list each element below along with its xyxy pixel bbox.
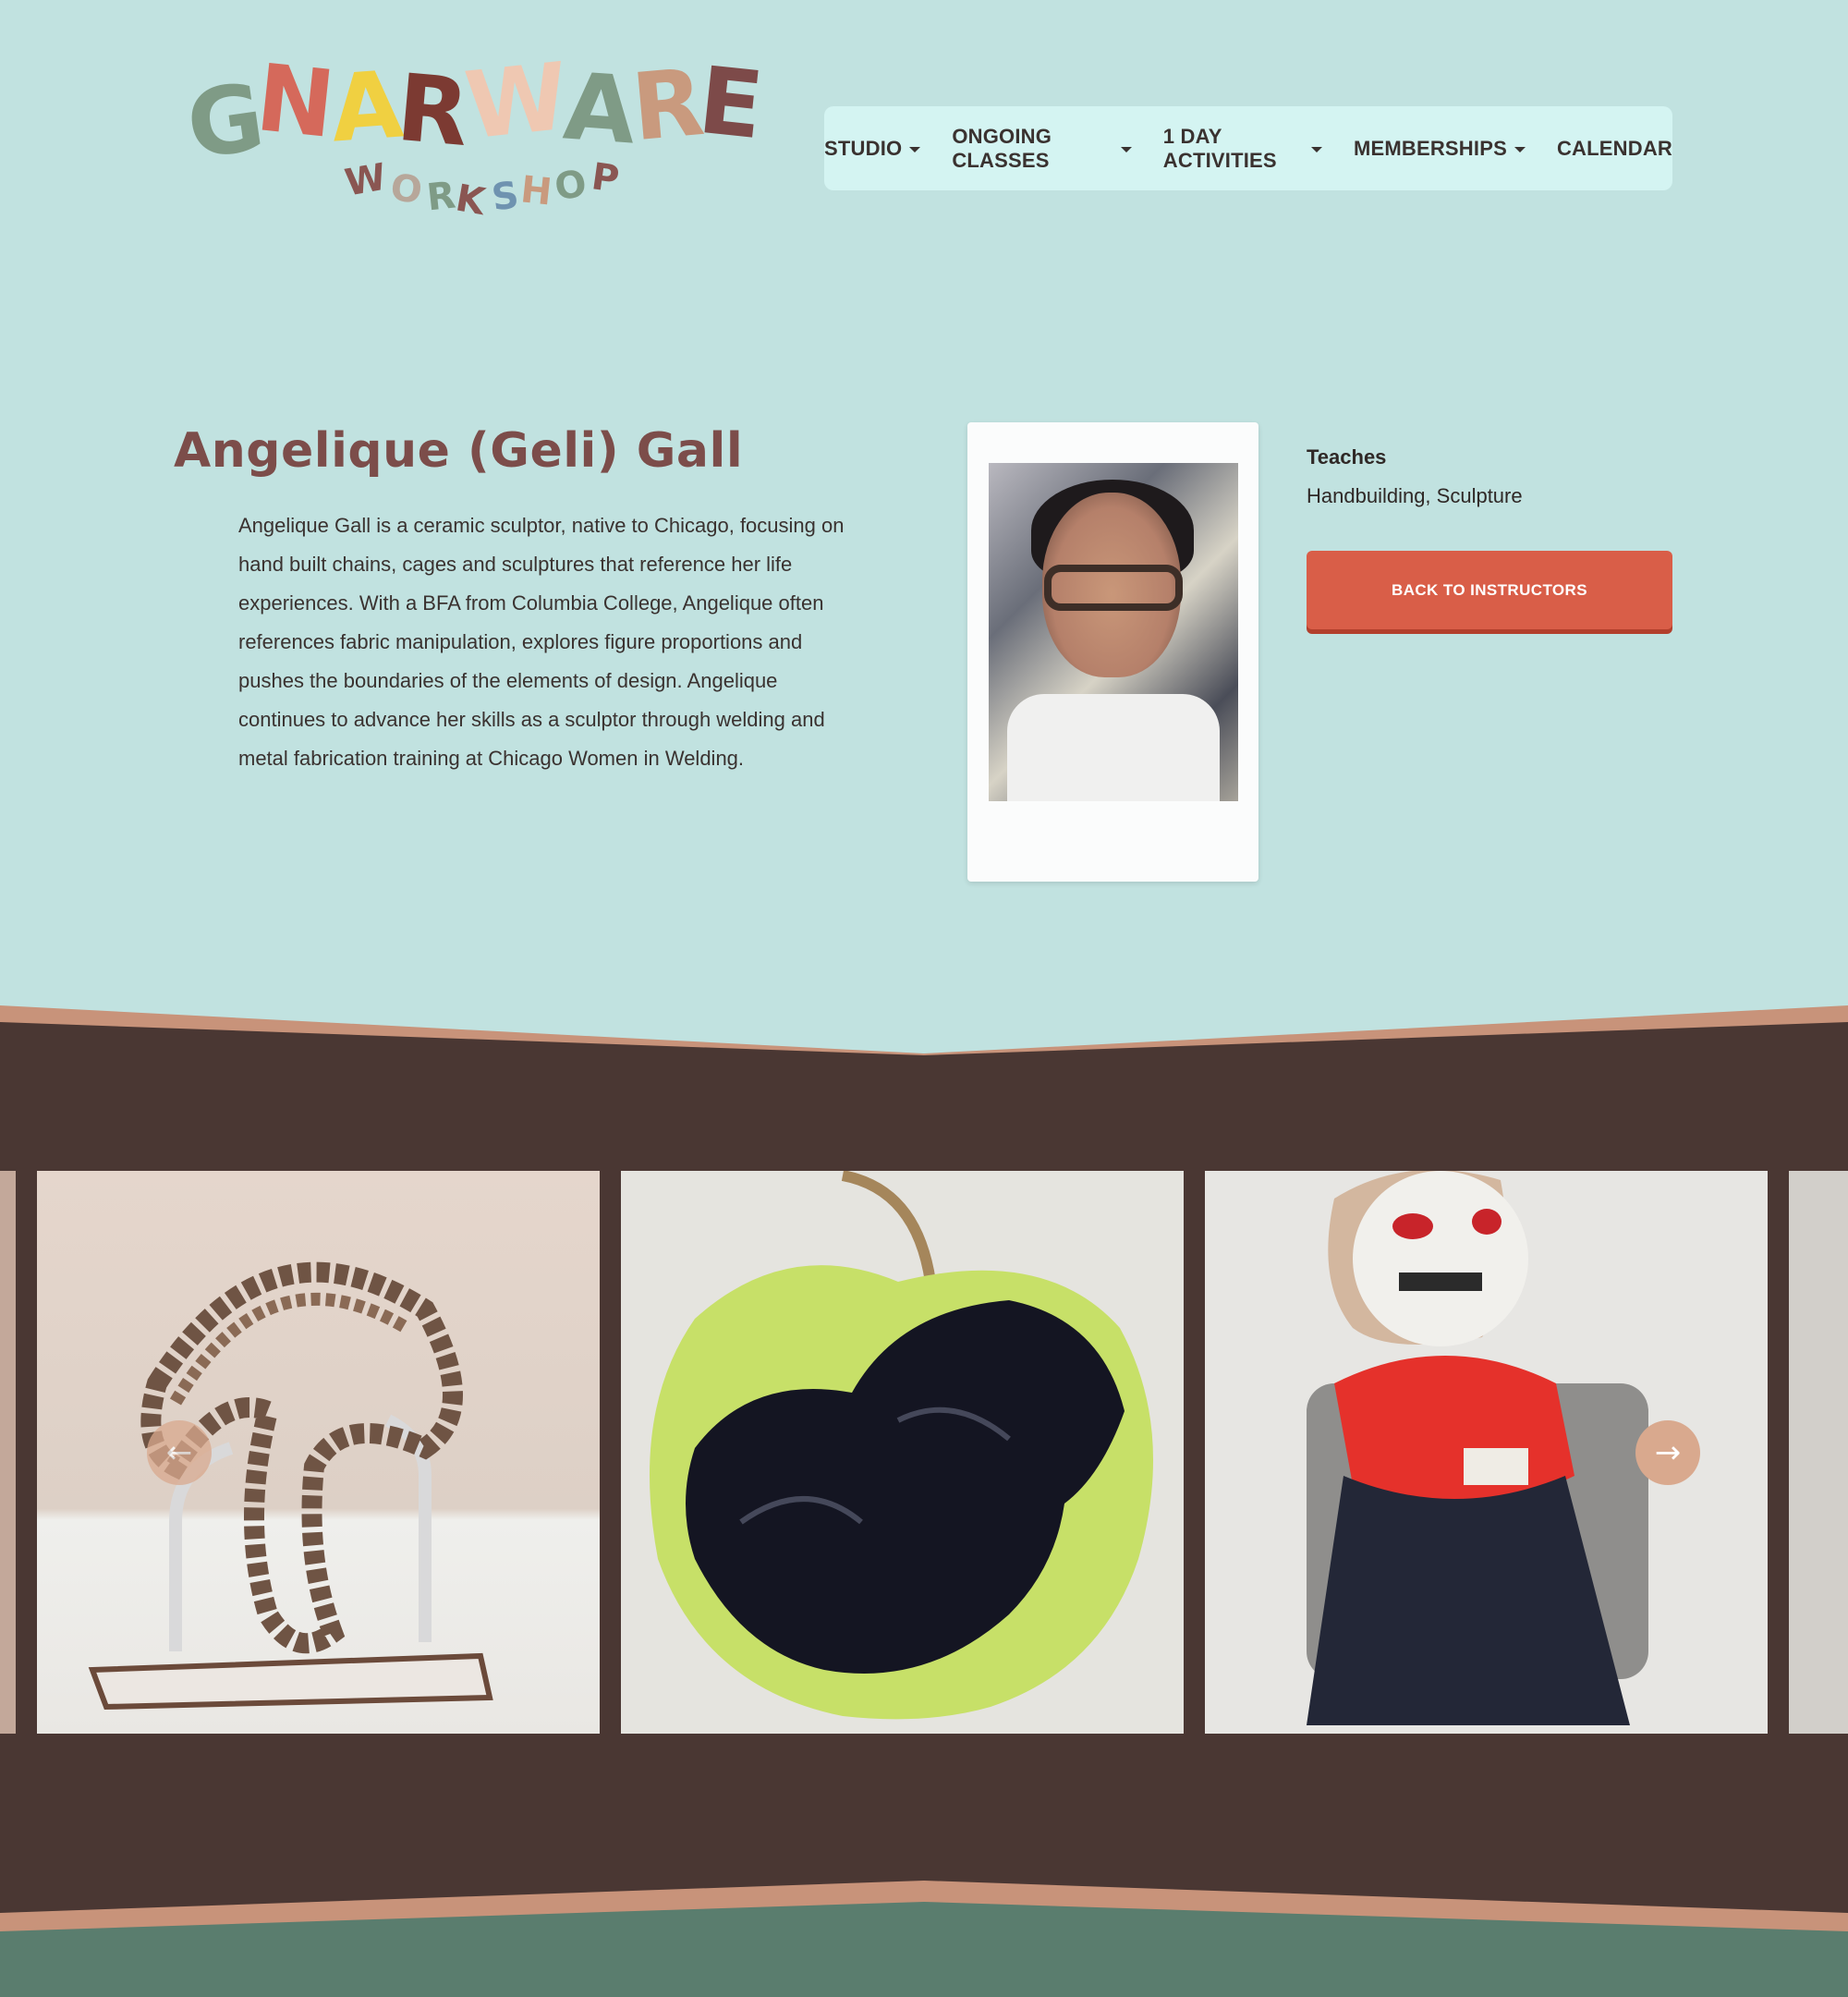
carousel-next-arrow-icon[interactable]: → bbox=[1635, 1420, 1700, 1485]
instructor-photo-frame bbox=[967, 422, 1258, 882]
chain-sculpture-image bbox=[88, 1261, 493, 1711]
gallery-slide-peek-left bbox=[0, 1171, 16, 1734]
gallery-slide-chain-sculpture[interactable] bbox=[37, 1171, 600, 1734]
back-to-instructors-button[interactable]: BACK TO INSTRUCTORS bbox=[1307, 551, 1672, 629]
teaches-heading: Teaches bbox=[1307, 445, 1387, 469]
gallery-slide-apple-sculpture[interactable] bbox=[621, 1171, 1184, 1734]
nav-item-label: STUDIO bbox=[824, 136, 903, 160]
nav-item-label: MEMBERSHIPS bbox=[1353, 136, 1507, 160]
teaches-subjects: Handbuilding, Sculpture bbox=[1307, 484, 1523, 507]
nav-item-1-day-activities[interactable]: 1 DAY ACTIVITIES bbox=[1163, 125, 1322, 173]
nav-item-memberships[interactable]: MEMBERSHIPS bbox=[1354, 137, 1526, 161]
logo-wordmark: GNARWARE bbox=[180, 42, 769, 180]
chevron-down-icon bbox=[1120, 146, 1132, 152]
apple-sculpture-image bbox=[650, 1171, 1153, 1720]
carousel-prev-arrow-icon[interactable]: ← bbox=[147, 1420, 212, 1485]
chevron-down-icon bbox=[909, 146, 921, 152]
nav-item-label: CALENDAR bbox=[1556, 136, 1672, 160]
instructor-bio: Angelique Gall is a ceramic sculptor, na… bbox=[238, 514, 845, 770]
nav-item-calendar[interactable]: CALENDAR bbox=[1557, 137, 1672, 161]
instructor-photo bbox=[989, 463, 1238, 801]
nav-item-studio[interactable]: STUDIO bbox=[824, 136, 921, 161]
logo-subtitle: WORKSHOP bbox=[341, 155, 623, 225]
nav-item-label: ONGOING CLASSES bbox=[952, 124, 1052, 172]
gallery-slide-peek-right bbox=[1789, 1171, 1848, 1734]
gnarware-logo[interactable]: GNARWARE WORKSHOP bbox=[180, 43, 768, 240]
chevron-down-icon bbox=[1514, 146, 1526, 152]
chevron-down-icon bbox=[1310, 146, 1322, 152]
main-nav: STUDIO ONGOING CLASSES 1 DAY ACTIVITIES … bbox=[824, 106, 1672, 190]
instructor-name: Angelique (Geli) Gall bbox=[174, 423, 744, 479]
nav-item-label: 1 DAY ACTIVITIES bbox=[1162, 124, 1277, 172]
nav-item-ongoing-classes[interactable]: ONGOING CLASSES bbox=[952, 124, 1132, 173]
